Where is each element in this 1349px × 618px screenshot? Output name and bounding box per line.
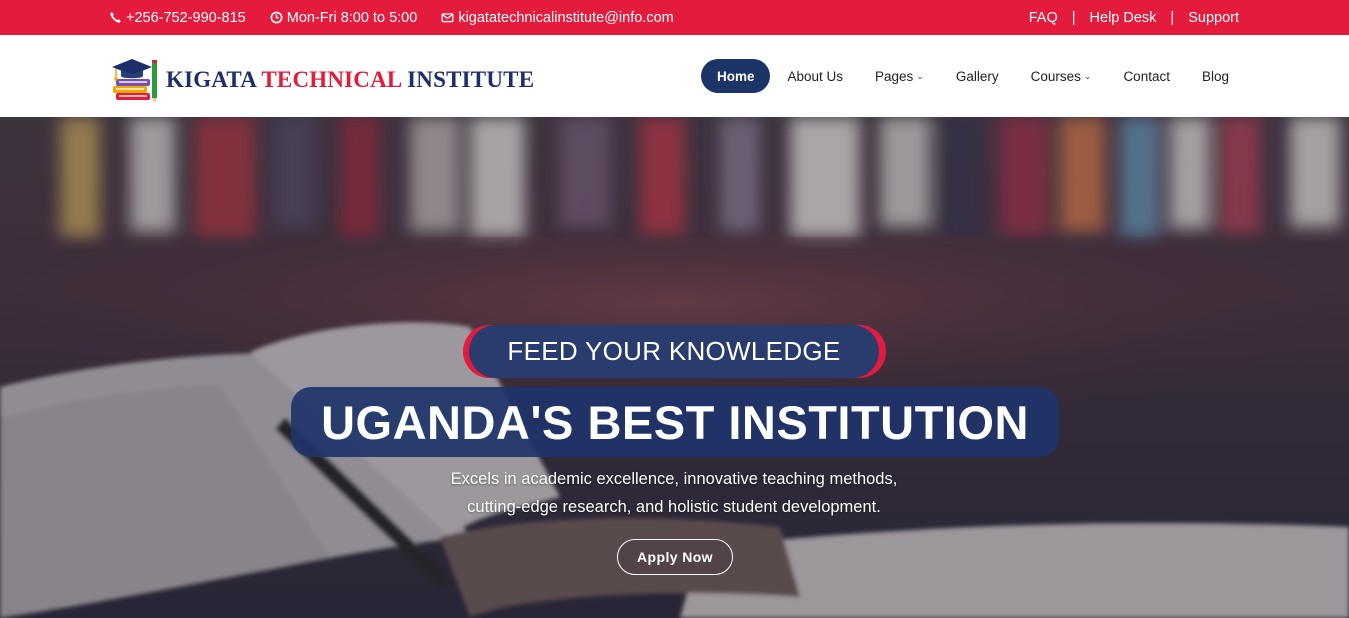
hours-text: Mon-Fri 8:00 to 5:00 <box>286 9 418 26</box>
contact-info: +256-752-990-815 Mon-Fri 8:00 to 5:00 ki… <box>109 0 674 35</box>
separator: | <box>1071 9 1076 26</box>
office-hours: Mon-Fri 8:00 to 5:00 <box>270 9 418 26</box>
top-links: FAQ | Help Desk | Support <box>1029 0 1239 35</box>
site-logo[interactable]: KIGATA TECHNICAL INSTITUTE <box>108 56 534 104</box>
chevron-down-icon: ⌄ <box>916 70 924 81</box>
nav-courses[interactable]: Courses ⌄ <box>1015 59 1108 93</box>
nav-pages[interactable]: Pages ⌄ <box>859 59 940 93</box>
phone-number: +256-752-990-815 <box>126 9 246 26</box>
logo-word-kigata: KIGATA <box>166 67 256 92</box>
help-desk-link[interactable]: Help Desk <box>1090 10 1157 26</box>
nav-contact[interactable]: Contact <box>1107 59 1186 93</box>
nav-home[interactable]: Home <box>700 59 771 93</box>
chevron-down-icon: ⌄ <box>1083 70 1092 81</box>
hero-banner: FEED YOUR KNOWLEDGE UGANDA'S BEST INSTIT… <box>0 117 1349 618</box>
nav-gallery[interactable]: Gallery <box>940 59 1015 93</box>
support-link[interactable]: Support <box>1188 10 1239 26</box>
clock-icon <box>270 11 283 24</box>
institute-name: KIGATA TECHNICAL INSTITUTE <box>166 67 534 93</box>
hero-eyebrow-badge: FEED YOUR KNOWLEDGE <box>463 325 886 378</box>
top-contact-bar: +256-752-990-815 Mon-Fri 8:00 to 5:00 ki… <box>0 0 1349 35</box>
main-header: KIGATA TECHNICAL INSTITUTE Home About Us… <box>0 35 1349 117</box>
envelope-icon <box>441 13 454 23</box>
hero-description-line-2: cutting-edge research, and holistic stud… <box>467 498 881 516</box>
logo-word-institute: INSTITUTE <box>407 67 535 92</box>
nav-pages-label: Pages <box>875 68 914 84</box>
separator: | <box>1170 9 1175 26</box>
nav-courses-label: Courses <box>1030 68 1081 84</box>
hero-eyebrow: FEED YOUR KNOWLEDGE <box>469 325 879 378</box>
hero-description: Excels in academic excellence, innovativ… <box>374 465 974 521</box>
phone-icon <box>110 12 121 23</box>
logo-word-technical: TECHNICAL <box>261 67 402 92</box>
hero-description-line-1: Excels in academic excellence, innovativ… <box>450 470 898 488</box>
faq-link[interactable]: FAQ <box>1029 10 1058 26</box>
email-contact[interactable]: kigatatechnicalinstitute@info.com <box>441 9 674 26</box>
hero-title: UGANDA'S BEST INSTITUTION <box>291 387 1059 457</box>
nav-about-us[interactable]: About Us <box>771 59 859 93</box>
email-address: kigatatechnicalinstitute@info.com <box>458 9 674 26</box>
main-navigation: Home About Us Pages ⌄ Gallery Courses ⌄ … <box>700 59 1245 93</box>
apply-now-button[interactable]: Apply Now <box>617 539 733 575</box>
phone-contact[interactable]: +256-752-990-815 <box>109 10 246 26</box>
nav-blog[interactable]: Blog <box>1186 59 1245 93</box>
books-graduation-cap-icon <box>112 59 157 103</box>
